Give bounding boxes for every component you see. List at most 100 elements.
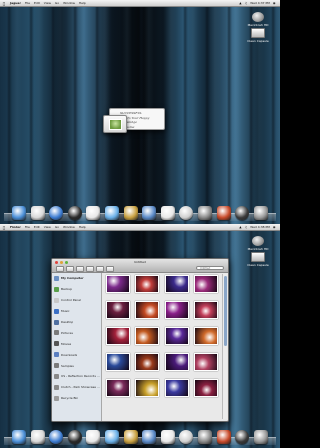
mail-icon[interactable] bbox=[30, 430, 45, 444]
macintosh-hd-icon[interactable]: Macintosh HD bbox=[240, 12, 276, 27]
itunes-icon[interactable] bbox=[235, 430, 250, 444]
image-file-item[interactable] bbox=[133, 327, 163, 351]
clock-icon[interactable] bbox=[67, 430, 82, 444]
menu-app-name[interactable]: Jaguar bbox=[8, 1, 23, 5]
image-file-item[interactable] bbox=[162, 327, 192, 351]
clean-capsule-icon[interactable]: Clean Capsule bbox=[240, 252, 276, 267]
sidebar-item[interactable]: Samples bbox=[52, 360, 101, 371]
image-file-item[interactable] bbox=[192, 301, 222, 325]
photo-icon[interactable] bbox=[142, 206, 157, 220]
itunes-icon[interactable] bbox=[235, 206, 250, 220]
menu-view[interactable]: View bbox=[42, 225, 53, 229]
ical-icon[interactable] bbox=[86, 206, 101, 220]
image-file-item[interactable] bbox=[162, 353, 192, 377]
menu-clock[interactable]: Wed 4:37 PM bbox=[249, 1, 272, 5]
menu-window[interactable]: Window bbox=[61, 225, 77, 229]
image-file-item[interactable] bbox=[133, 379, 163, 403]
sidebar-item[interactable]: Downloads bbox=[52, 349, 101, 360]
image-file-item[interactable] bbox=[103, 301, 133, 325]
stamp-icon[interactable] bbox=[216, 430, 231, 444]
preview-icon[interactable] bbox=[160, 206, 175, 220]
apple-menu-icon[interactable]:  bbox=[0, 1, 8, 6]
menu-window[interactable]: Window bbox=[61, 1, 77, 5]
image-file-item[interactable] bbox=[103, 353, 133, 377]
spotlight-icon[interactable]: ◉ bbox=[271, 1, 277, 5]
sidebar-item[interactable]: Clutch - Park Showcase (HD) bbox=[52, 382, 101, 393]
spiral-icon[interactable] bbox=[179, 430, 194, 444]
menu-file[interactable]: File bbox=[23, 225, 32, 229]
pencil-icon[interactable] bbox=[123, 430, 138, 444]
column-view-button[interactable] bbox=[96, 266, 104, 272]
sidebar-item[interactable]: Music bbox=[52, 306, 101, 317]
action-button[interactable] bbox=[106, 266, 114, 272]
clock-icon[interactable] bbox=[67, 206, 82, 220]
apple-menu-icon[interactable]:  bbox=[0, 225, 8, 230]
sidebar-item[interactable]: My Computer bbox=[52, 273, 101, 284]
image-file-item[interactable] bbox=[192, 275, 222, 299]
trash-icon[interactable] bbox=[253, 206, 268, 220]
menu-view[interactable]: View bbox=[42, 1, 53, 5]
menu-help[interactable]: Help bbox=[77, 1, 88, 5]
image-file-item[interactable] bbox=[162, 301, 192, 325]
menu-edit[interactable]: Edit bbox=[32, 225, 42, 229]
finder-icon[interactable] bbox=[12, 206, 26, 220]
sidebar-item[interactable]: US - Reflection Records HD bbox=[52, 371, 101, 382]
image-thumbnail bbox=[105, 379, 130, 397]
icon-view-button[interactable] bbox=[76, 266, 84, 272]
image-file-item[interactable] bbox=[162, 275, 192, 299]
search-input[interactable]: Untitled bbox=[196, 266, 224, 270]
sidebar-item[interactable]: Control Panel bbox=[52, 295, 101, 306]
ical-icon[interactable] bbox=[86, 430, 101, 444]
sidebar-item[interactable]: Backup bbox=[52, 284, 101, 295]
image-file-item[interactable] bbox=[162, 379, 192, 403]
preferences-icon[interactable] bbox=[198, 206, 213, 220]
image-file-item[interactable] bbox=[192, 353, 222, 377]
list-view-button[interactable] bbox=[86, 266, 94, 272]
image-file-item[interactable] bbox=[133, 275, 163, 299]
preferences-icon[interactable] bbox=[198, 430, 213, 444]
ichat-icon[interactable] bbox=[105, 430, 120, 444]
forward-button[interactable] bbox=[66, 266, 74, 272]
sidebar-item-label: Clutch - Park Showcase (HD) bbox=[61, 385, 101, 390]
menu-go[interactable]: Go bbox=[53, 1, 61, 5]
image-file-item[interactable] bbox=[133, 353, 163, 377]
sidebar-item[interactable]: Desktop bbox=[52, 317, 101, 328]
menu-clock[interactable]: Wed 4:38 PM bbox=[249, 225, 272, 229]
sidebar-item[interactable]: Recycle Bin bbox=[52, 393, 101, 404]
menu-app-name[interactable]: Finder bbox=[8, 225, 23, 229]
menu-edit[interactable]: Edit bbox=[32, 1, 42, 5]
image-file-item[interactable] bbox=[103, 275, 133, 299]
menu-help[interactable]: Help bbox=[77, 225, 88, 229]
finder-titlebar[interactable]: Untitled Untitled bbox=[52, 259, 228, 273]
sidebar-item[interactable]: Pictures bbox=[52, 327, 101, 338]
trash-icon[interactable] bbox=[253, 430, 268, 444]
preview-icon[interactable] bbox=[160, 430, 175, 444]
sidebar-item-label: Downloads bbox=[61, 352, 78, 357]
stamp-icon[interactable] bbox=[216, 206, 231, 220]
back-button[interactable] bbox=[56, 266, 64, 272]
image-file-item[interactable] bbox=[103, 327, 133, 351]
finder-window[interactable]: Untitled Untitled My Computer Backup Contr… bbox=[51, 258, 229, 422]
image-file-item[interactable] bbox=[133, 301, 163, 325]
safari-icon[interactable] bbox=[49, 206, 64, 220]
mail-icon[interactable] bbox=[30, 206, 45, 220]
sidebar-item-icon bbox=[54, 373, 59, 379]
image-file-item[interactable] bbox=[103, 379, 133, 403]
menu-go[interactable]: Go bbox=[53, 225, 61, 229]
scrollbar-thumb[interactable] bbox=[223, 276, 227, 346]
safari-icon[interactable] bbox=[49, 430, 64, 444]
finder-icon[interactable] bbox=[12, 430, 26, 444]
macintosh-hd-icon[interactable]: Macintosh HD bbox=[240, 236, 276, 251]
pencil-icon[interactable] bbox=[123, 206, 138, 220]
photo-icon[interactable] bbox=[142, 430, 157, 444]
spiral-icon[interactable] bbox=[179, 206, 194, 220]
ichat-icon[interactable] bbox=[105, 206, 120, 220]
spotlight-icon[interactable]: ◉ bbox=[271, 225, 277, 229]
vertical-scrollbar[interactable] bbox=[222, 274, 227, 419]
notification-card[interactable] bbox=[103, 115, 127, 133]
menu-file[interactable]: File bbox=[23, 1, 32, 5]
sidebar-item[interactable]: Movies bbox=[52, 338, 101, 349]
image-file-item[interactable] bbox=[192, 327, 222, 351]
image-file-item[interactable] bbox=[192, 379, 222, 403]
clean-capsule-icon[interactable]: Clean Capsule bbox=[240, 28, 276, 43]
